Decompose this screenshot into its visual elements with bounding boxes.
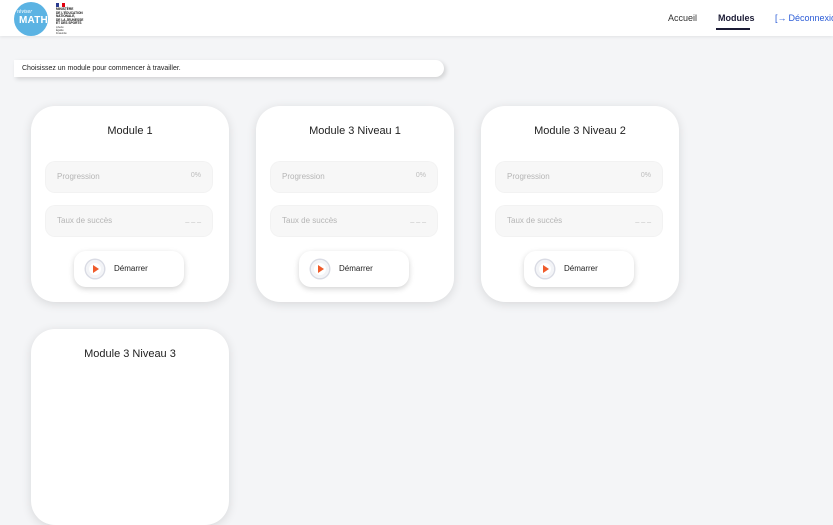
success-rate-value: _ _ _	[185, 216, 201, 223]
module-card: Module 3 Niveau 2 Progression 0% Taux de…	[481, 106, 679, 302]
progress-value: 0%	[190, 172, 201, 179]
start-button-label: Démarrer	[114, 264, 148, 273]
top-header: réviser MATH MINISTÈRE DE L'ÉDUCATION NA…	[0, 0, 833, 36]
start-button[interactable]: Démarrer	[299, 251, 409, 287]
success-rate-value: _ _ _	[410, 216, 426, 223]
nav-home-link[interactable]: Accueil	[668, 13, 697, 49]
success-rate-label: Taux de succès	[507, 216, 563, 225]
play-circle-icon	[86, 260, 104, 278]
success-rate-label: Taux de succès	[282, 216, 338, 225]
ministry-name: MINISTÈRE DE L'ÉDUCATION NATIONALE, DE L…	[56, 7, 84, 26]
start-button-label: Démarrer	[339, 264, 373, 273]
progress-box: Progression 0%	[270, 161, 438, 193]
progress-box: Progression 0%	[45, 161, 213, 193]
success-rate-value: _ _ _	[635, 216, 651, 223]
progress-box: Progression 0%	[495, 161, 663, 193]
start-button-label: Démarrer	[564, 264, 598, 273]
module-card: Module 3 Niveau 1 Progression 0% Taux de…	[256, 106, 454, 302]
start-button[interactable]: Démarrer	[524, 251, 634, 287]
ministry-logo: MINISTÈRE DE L'ÉDUCATION NATIONALE, DE L…	[56, 3, 96, 35]
app-logo[interactable]: réviser MATH	[14, 2, 48, 36]
module-title: Module 1	[107, 125, 153, 137]
success-rate-box: Taux de succès _ _ _	[45, 205, 213, 237]
nav-modules-link[interactable]: Modules	[718, 13, 755, 49]
logout-icon: [→	[775, 13, 787, 23]
ministry-motto: Liberté Égalité Fraternité	[56, 26, 67, 35]
progress-value: 0%	[415, 172, 426, 179]
progress-value: 0%	[640, 172, 651, 179]
logout-link[interactable]: [→Déconnexion	[775, 13, 833, 49]
success-rate-box: Taux de succès _ _ _	[495, 205, 663, 237]
module-title: Module 3 Niveau 2	[534, 125, 626, 137]
play-circle-icon	[536, 260, 554, 278]
start-button[interactable]: Démarrer	[74, 251, 184, 287]
progress-label: Progression	[282, 172, 325, 181]
success-rate-box: Taux de succès _ _ _	[270, 205, 438, 237]
module-card: Module 1 Progression 0% Taux de succès _…	[31, 106, 229, 302]
logo-big-text: MATH	[19, 15, 48, 26]
module-card: Module 3 Niveau 3	[31, 329, 229, 525]
progress-label: Progression	[507, 172, 550, 181]
progress-label: Progression	[57, 172, 100, 181]
instruction-banner: Choisissez un module pour commencer à tr…	[14, 60, 444, 77]
logout-label: Déconnexion	[788, 13, 833, 23]
success-rate-label: Taux de succès	[57, 216, 113, 225]
module-title: Module 3 Niveau 3	[84, 348, 176, 360]
module-title: Module 3 Niveau 1	[309, 125, 401, 137]
play-circle-icon	[311, 260, 329, 278]
active-nav-underline	[716, 28, 750, 30]
